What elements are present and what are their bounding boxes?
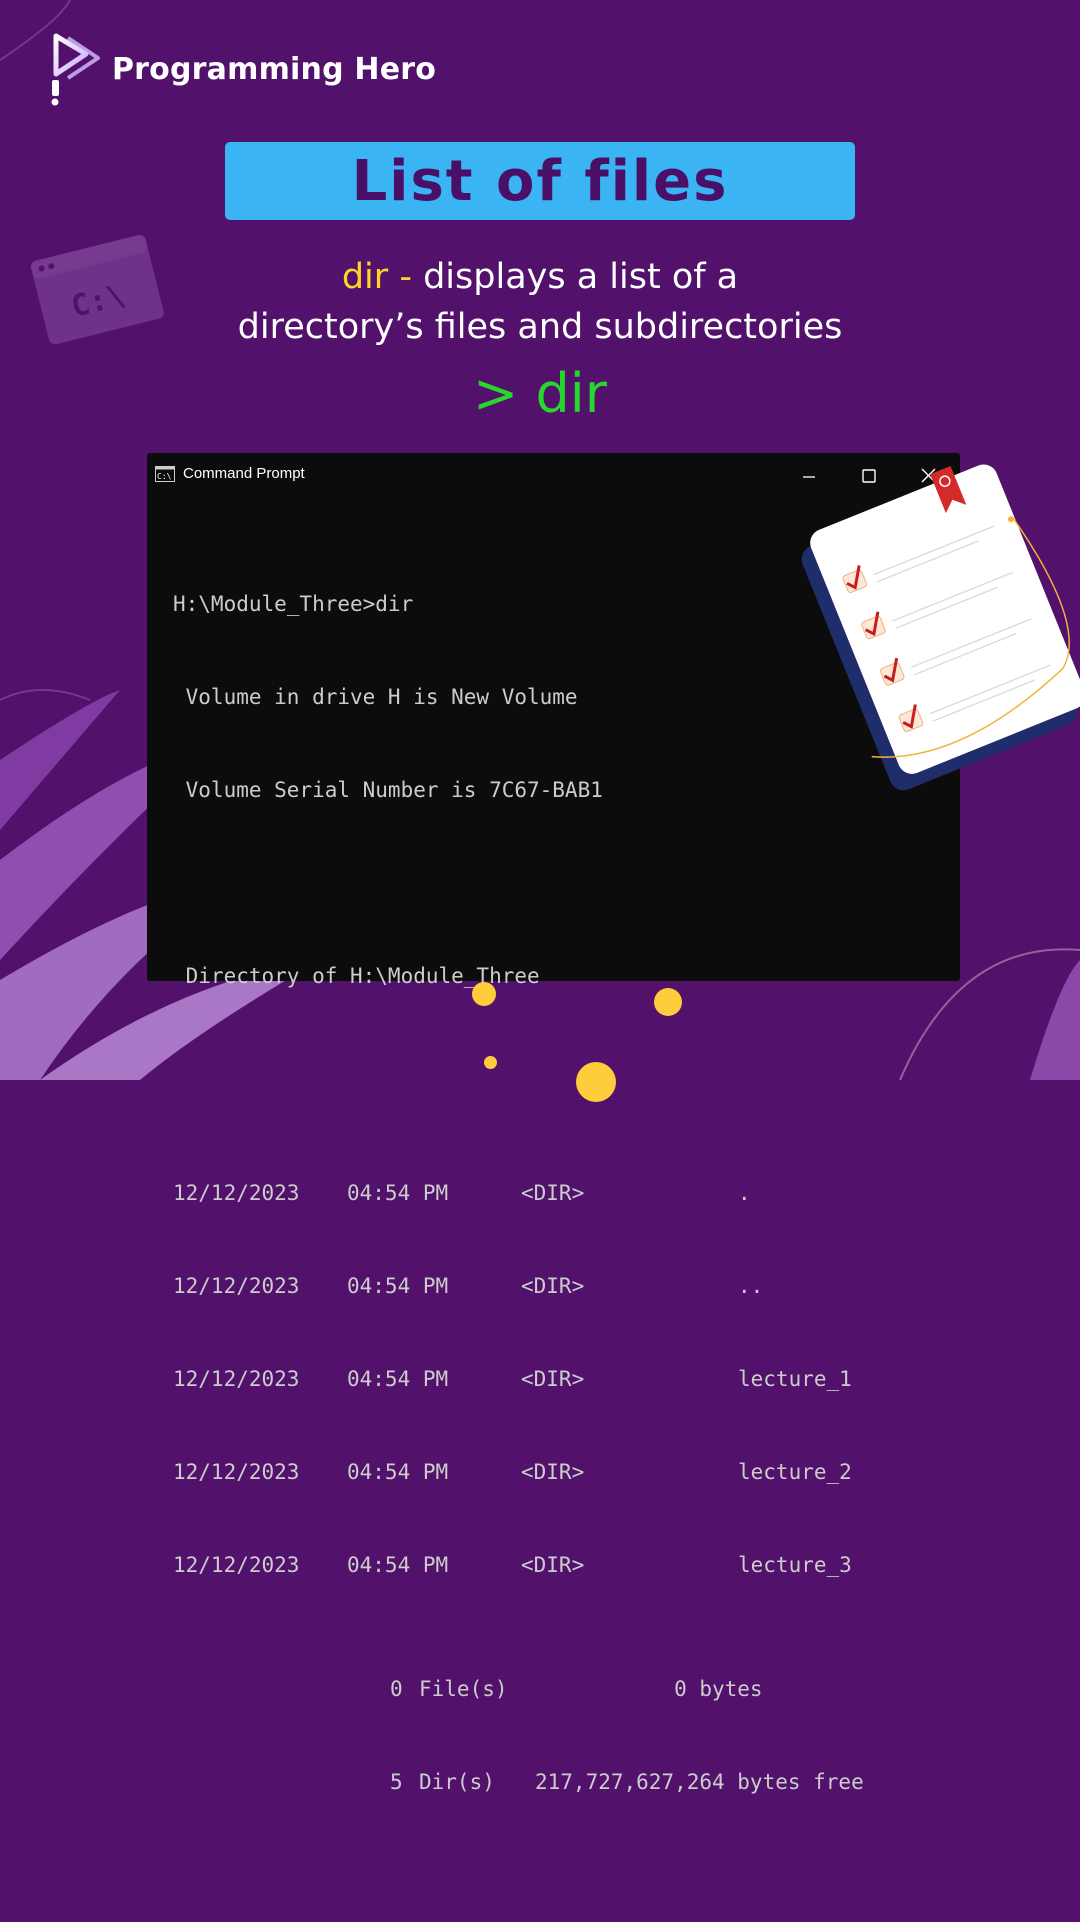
entry-name: lecture_2 [738, 1460, 852, 1484]
brand-name: Programming Hero [112, 51, 437, 87]
entry-date: 12/12/2023 [173, 1181, 300, 1205]
terminal-line: Volume Serial Number is 7C67-BAB1 [173, 778, 603, 802]
brand-header: Programming Hero [42, 30, 436, 108]
entry-time: 04:54 PM [347, 1460, 449, 1484]
entry-time: 04:54 PM [347, 1181, 449, 1205]
entry-name: .. [738, 1274, 764, 1298]
checklist-clipboard-icon [801, 464, 1080, 791]
terminal-line: Volume in drive H is New Volume [173, 685, 578, 709]
summary-files: 0 File(s) 0 bytes [173, 1674, 763, 1705]
summary-value: 217,727,627,264 bytes free [535, 1770, 864, 1794]
decor-dot [654, 988, 682, 1016]
terminal-line: Directory of H:\Module_Three [173, 964, 540, 988]
entry-name: lecture_3 [738, 1553, 852, 1577]
command-description: dir - displays a list of a directory’s f… [140, 252, 940, 352]
terminal-output[interactable]: H:\Module_Three>dir Volume in drive H is… [173, 527, 864, 1860]
entry-time: 04:54 PM [347, 1274, 449, 1298]
window-title: Command Prompt [183, 465, 305, 482]
directory-entry: 12/12/2023 04:54 PM <DIR> .. [173, 1271, 763, 1302]
entry-name: . [738, 1181, 751, 1205]
summary-label: File(s) [419, 1677, 508, 1701]
entry-name: lecture_1 [738, 1367, 852, 1391]
prompt-example: > dir [473, 362, 607, 425]
decor-dot [484, 1056, 497, 1069]
summary-count: 0 [390, 1677, 403, 1701]
summary-dirs: 5 Dir(s) 217,727,627,264 bytes free [173, 1767, 864, 1798]
entry-date: 12/12/2023 [173, 1553, 300, 1577]
entry-type: <DIR> [521, 1274, 585, 1298]
entry-type: <DIR> [521, 1181, 585, 1205]
entry-time: 04:54 PM [347, 1367, 449, 1391]
description-line-2: directory’s files and subdirectories [237, 307, 843, 347]
title-banner: List of files [225, 142, 855, 220]
description-text-1: displays a list of a [423, 257, 739, 297]
page-title: List of files [351, 148, 729, 214]
separator: - [388, 257, 424, 297]
directory-entry: 12/12/2023 04:54 PM <DIR> lecture_1 [173, 1364, 852, 1395]
command-name: dir [341, 257, 389, 297]
entry-type: <DIR> [521, 1460, 585, 1484]
entry-type: <DIR> [521, 1553, 585, 1577]
play-logo-icon [51, 33, 100, 106]
terminal-line: H:\Module_Three>dir [173, 592, 414, 616]
cmd-app-icon: C:\ [155, 466, 175, 482]
summary-value: 0 bytes [535, 1677, 763, 1701]
summary-label: Dir(s) [419, 1770, 495, 1794]
entry-date: 12/12/2023 [173, 1367, 300, 1391]
description-line-1: dir - displays a list of a [140, 252, 940, 302]
directory-entry: 12/12/2023 04:54 PM <DIR> lecture_3 [173, 1550, 852, 1581]
decor-dot [576, 1062, 616, 1102]
entry-date: 12/12/2023 [173, 1274, 300, 1298]
directory-entry: 12/12/2023 04:54 PM <DIR> . [173, 1178, 751, 1209]
summary-count: 5 [390, 1770, 403, 1794]
entry-time: 04:54 PM [347, 1553, 449, 1577]
decor-dot [472, 982, 496, 1006]
entry-date: 12/12/2023 [173, 1460, 300, 1484]
svg-text:C:\: C:\ [157, 472, 172, 481]
entry-type: <DIR> [521, 1367, 585, 1391]
directory-entry: 12/12/2023 04:54 PM <DIR> lecture_2 [173, 1457, 852, 1488]
